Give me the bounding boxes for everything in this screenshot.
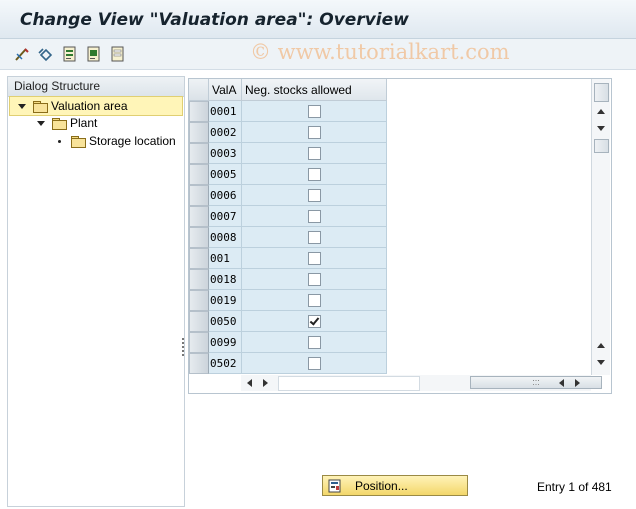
- table-row: 0002: [189, 122, 387, 143]
- vala-cell: 0005: [209, 164, 242, 185]
- vala-cell: 0008: [209, 227, 242, 248]
- neg-stocks-checkbox-checked[interactable]: [307, 314, 321, 328]
- row-selector[interactable]: [189, 122, 209, 143]
- neg-stocks-checkbox[interactable]: [307, 356, 321, 370]
- select-all-rows-button[interactable]: [189, 79, 209, 101]
- scroll-left-icon[interactable]: [559, 379, 564, 387]
- table-settings-button[interactable]: [594, 83, 609, 102]
- vala-cell: 0001: [209, 101, 242, 122]
- table-row: 0005: [189, 164, 387, 185]
- dialog-structure-header: Dialog Structure: [8, 76, 184, 97]
- row-selector[interactable]: [189, 143, 209, 164]
- expand-triangle-icon[interactable]: [18, 103, 26, 109]
- row-selector[interactable]: [189, 101, 209, 122]
- horizontal-scroll-track[interactable]: [278, 376, 420, 391]
- neg-stocks-checkbox[interactable]: [307, 230, 321, 244]
- column-header-vala[interactable]: ValA: [209, 79, 242, 101]
- row-selector[interactable]: [189, 227, 209, 248]
- deselect-all-icon[interactable]: [109, 45, 127, 63]
- vala-cell: 001: [209, 248, 242, 269]
- horizontal-scrollbar[interactable]: :::: [241, 375, 602, 391]
- neg-stocks-checkbox[interactable]: [307, 293, 321, 307]
- dialog-structure-panel: Dialog Structure Valuation area Plant St…: [7, 76, 185, 507]
- row-selector[interactable]: [189, 206, 209, 227]
- table-row: 0099: [189, 332, 387, 353]
- row-selector[interactable]: [189, 248, 209, 269]
- scroll-up-icon[interactable]: [597, 343, 605, 348]
- row-selector[interactable]: [189, 290, 209, 311]
- neg-stocks-checkbox[interactable]: [307, 209, 321, 223]
- entry-counter: Entry 1 of 481: [537, 480, 612, 494]
- position-button-label: Position...: [355, 478, 408, 493]
- table-row: 0502: [189, 353, 387, 374]
- tree-item-storage-location[interactable]: Storage location: [9, 132, 183, 150]
- bullet-icon: [58, 139, 61, 143]
- row-selector[interactable]: [189, 353, 209, 374]
- scroll-right-icon[interactable]: [263, 379, 268, 387]
- change-display-icon[interactable]: [13, 45, 31, 63]
- neg-stocks-checkbox[interactable]: [307, 125, 321, 139]
- table-header: ValA Neg. stocks allowed: [189, 79, 387, 101]
- page-title: Change View "Valuation area": Overview: [20, 10, 409, 30]
- scroll-right-icon[interactable]: [575, 379, 580, 387]
- tree-item-label: Storage location: [89, 134, 176, 148]
- select-all-icon[interactable]: [61, 45, 79, 63]
- row-selector[interactable]: [189, 311, 209, 332]
- scroll-up-icon[interactable]: [597, 109, 605, 114]
- column-header-neg-stocks[interactable]: Neg. stocks allowed: [242, 79, 387, 101]
- select-block-icon[interactable]: [85, 45, 103, 63]
- table-row: 0050: [189, 311, 387, 332]
- undo-icon[interactable]: [37, 45, 55, 63]
- table-row: 0019: [189, 290, 387, 311]
- vala-cell: 0018: [209, 269, 242, 290]
- valuation-area-table: ValA Neg. stocks allowed 0001 0002 0003 …: [188, 78, 612, 394]
- neg-stocks-checkbox[interactable]: [307, 335, 321, 349]
- row-selector[interactable]: [189, 269, 209, 290]
- table-row: 0006: [189, 185, 387, 206]
- table-row: 0007: [189, 206, 387, 227]
- tree-item-label: Plant: [70, 116, 98, 130]
- vala-cell: 0019: [209, 290, 242, 311]
- vala-cell: 0007: [209, 206, 242, 227]
- panel-splitter-handle[interactable]: [182, 336, 185, 358]
- open-folder-icon: [33, 100, 48, 113]
- row-selector[interactable]: [189, 332, 209, 353]
- table-row: 0003: [189, 143, 387, 164]
- neg-stocks-checkbox[interactable]: [307, 104, 321, 118]
- row-selector[interactable]: [189, 185, 209, 206]
- folder-icon: [71, 135, 86, 148]
- row-selector[interactable]: [189, 164, 209, 185]
- neg-stocks-checkbox[interactable]: [307, 272, 321, 286]
- horizontal-scroll-thumb[interactable]: :::: [470, 376, 602, 389]
- vala-cell: 0050: [209, 311, 242, 332]
- neg-stocks-checkbox[interactable]: [307, 146, 321, 160]
- table-row: 0018: [189, 269, 387, 290]
- vala-cell: 0099: [209, 332, 242, 353]
- tree-item-label: Valuation area: [51, 99, 128, 113]
- table-row: 001: [189, 248, 387, 269]
- neg-stocks-checkbox[interactable]: [307, 251, 321, 265]
- neg-stocks-checkbox[interactable]: [307, 188, 321, 202]
- vertical-scrollbar[interactable]: [591, 79, 610, 375]
- vala-cell: 0502: [209, 353, 242, 374]
- position-button[interactable]: Position...: [322, 475, 468, 496]
- vala-cell: 0002: [209, 122, 242, 143]
- neg-stocks-checkbox[interactable]: [307, 167, 321, 181]
- tree-item-valuation-area[interactable]: Valuation area: [9, 96, 183, 116]
- folder-icon: [52, 117, 67, 130]
- table-row: 0001: [189, 101, 387, 122]
- scroll-down-icon[interactable]: [597, 126, 605, 131]
- scroll-down-icon[interactable]: [597, 360, 605, 365]
- vala-cell: 0006: [209, 185, 242, 206]
- position-icon: [328, 479, 341, 493]
- table-row: 0008: [189, 227, 387, 248]
- expand-triangle-icon[interactable]: [37, 120, 45, 126]
- vala-cell: 0003: [209, 143, 242, 164]
- title-bar: Change View "Valuation area": Overview: [0, 0, 636, 39]
- watermark: © www.tutorialkart.com: [250, 40, 510, 64]
- vertical-scroll-thumb[interactable]: [594, 139, 609, 153]
- tree-item-plant[interactable]: Plant: [9, 114, 183, 132]
- scroll-left-icon[interactable]: [247, 379, 252, 387]
